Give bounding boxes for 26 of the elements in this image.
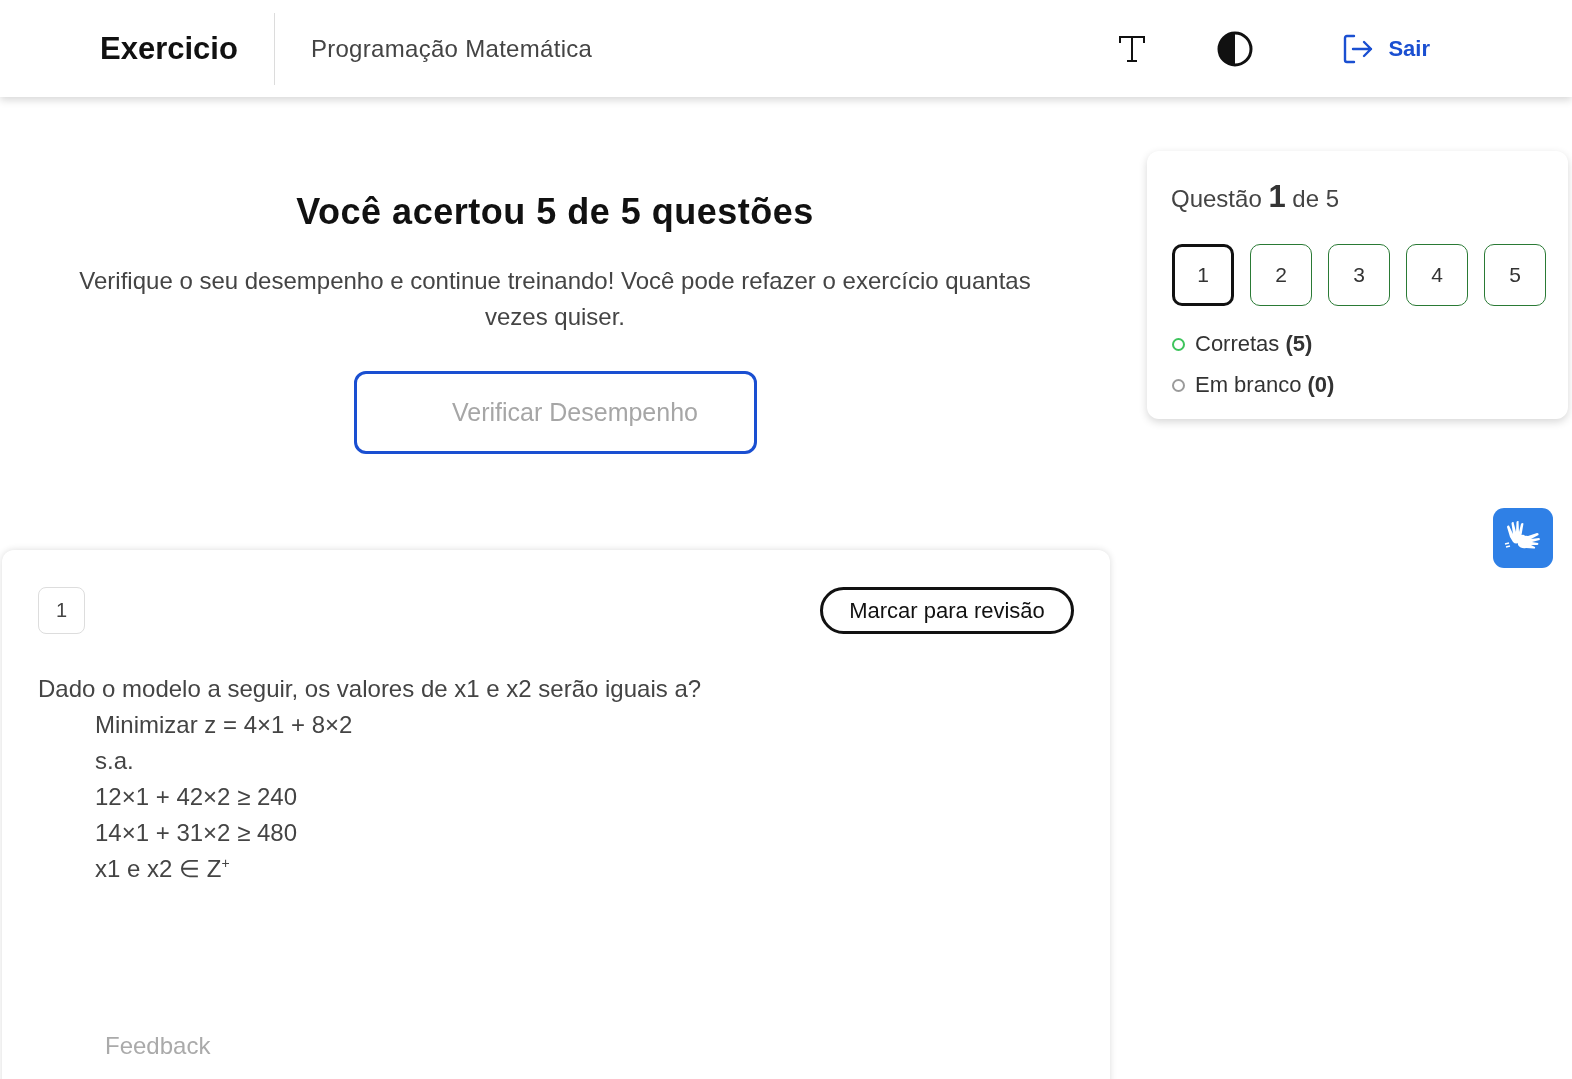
- question-nav-button[interactable]: 2: [1250, 244, 1312, 306]
- subject-title: Programação Matemática: [310, 34, 593, 63]
- model-line: s.a.: [94, 746, 135, 776]
- model-line: Minimizar z = 4×1 + 8×2: [94, 710, 354, 740]
- legend-label: Em branco (0): [1195, 372, 1335, 398]
- model-line: x1 e x2 ∈ Z$^{+}$: [94, 854, 231, 884]
- model-line: 14×1 + 31×2 ≥ 480: [94, 818, 299, 848]
- result-title: Você acertou 5 de 5 questões: [296, 191, 814, 233]
- model-line: 12×1 + 42×2 ≥ 240: [94, 782, 299, 812]
- question-nav-button[interactable]: 4: [1406, 244, 1468, 306]
- question-nav-button[interactable]: 1: [1172, 244, 1234, 306]
- brand-title: Exercicio: [100, 30, 238, 67]
- question-nav-button[interactable]: 5: [1484, 244, 1546, 306]
- contrast-icon[interactable]: [1217, 30, 1254, 67]
- question-number: 1: [38, 587, 85, 634]
- logout-icon: [1342, 32, 1375, 65]
- mark-review-button[interactable]: Marcar para revisão: [820, 587, 1074, 634]
- question-nav-button[interactable]: 3: [1328, 244, 1390, 306]
- legend-label: Corretas (5): [1195, 331, 1313, 357]
- text-size-icon[interactable]: [1117, 33, 1148, 64]
- question-prompt: Dado o modelo a seguir, os valores de x1 e x2 serão iguais a?: [38, 674, 703, 704]
- sign-language-hands-icon[interactable]: [1493, 508, 1553, 568]
- result-message: Verifique o seu desempenho e continue treinando! Você pode refazer o exercício quantas vezes quiser.: [78, 266, 1032, 332]
- feedback-label: Feedback: [105, 1031, 211, 1061]
- logout-link[interactable]: Sair: [1342, 32, 1430, 65]
- navigator-title: Questão 1 de 5: [1171, 181, 1341, 215]
